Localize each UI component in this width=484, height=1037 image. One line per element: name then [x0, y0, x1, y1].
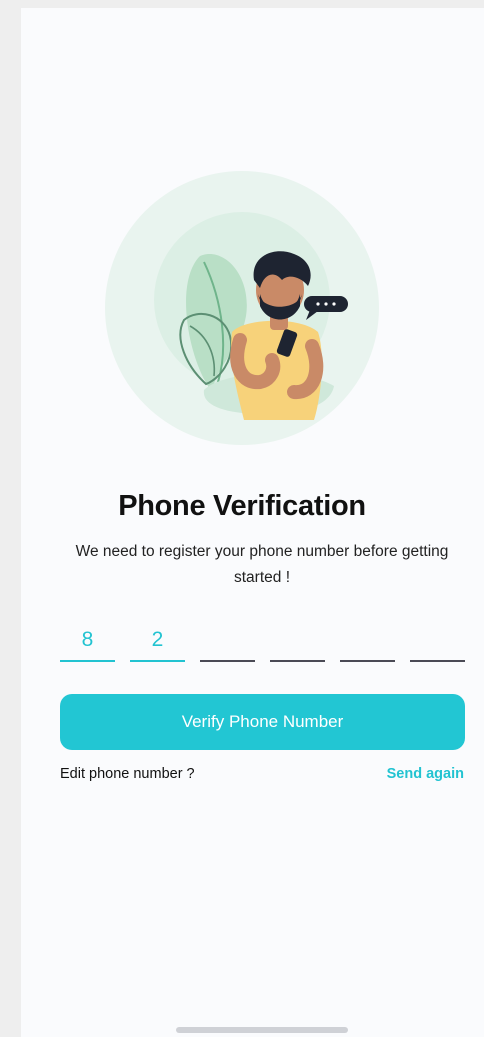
otp-code-input: 8 2 [60, 620, 465, 662]
page-title: Phone Verification [118, 490, 366, 522]
person-with-phone-illustration [105, 171, 379, 445]
send-again-link[interactable]: Send again [387, 766, 464, 782]
otp-digit-4[interactable] [270, 620, 325, 662]
verify-phone-button[interactable]: Verify Phone Number [60, 694, 465, 750]
otp-digit-6[interactable] [410, 620, 465, 662]
page-subtitle: We need to register your phone number be… [75, 543, 449, 586]
otp-digit-2[interactable]: 2 [130, 620, 185, 662]
edit-phone-link[interactable]: Edit phone number ? [60, 766, 195, 782]
home-indicator [176, 1027, 348, 1033]
otp-digit-5[interactable] [340, 620, 395, 662]
otp-digit-3[interactable] [200, 620, 255, 662]
otp-digit-1[interactable]: 8 [60, 620, 115, 662]
